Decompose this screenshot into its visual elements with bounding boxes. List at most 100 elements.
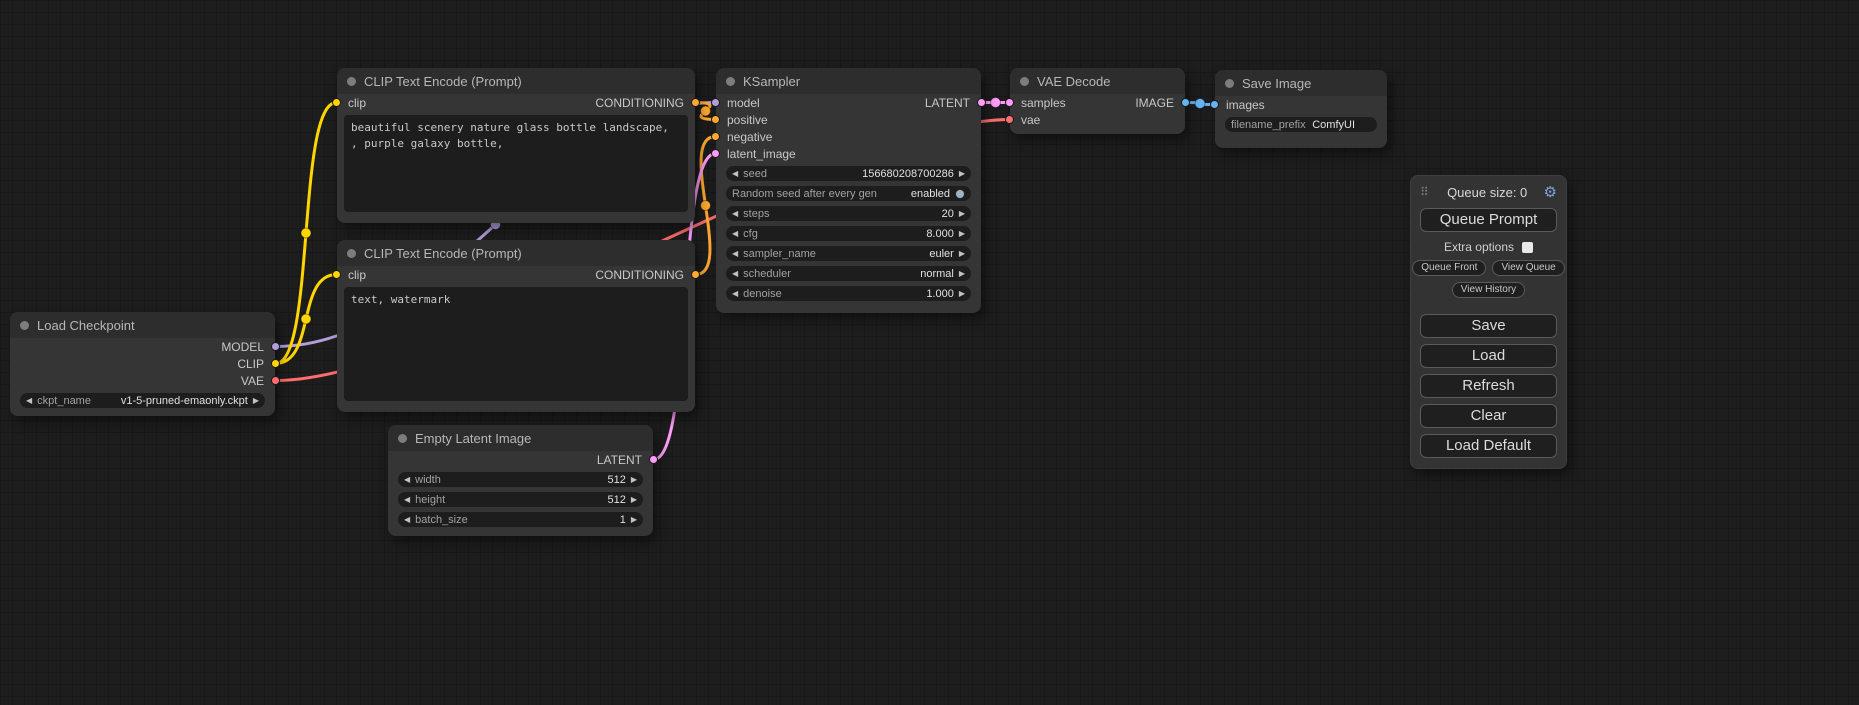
collapse-dot-icon[interactable]: [726, 77, 735, 86]
arrow-right-icon[interactable]: ▶: [253, 397, 259, 405]
node-load-checkpoint[interactable]: Load Checkpoint MODEL CLIP VAE ◀ ckpt_na…: [10, 312, 275, 416]
sampler-name-combo-widget[interactable]: ◀ sampler_name euler ▶: [726, 246, 971, 261]
steps-number-widget[interactable]: ◀ steps 20 ▶: [726, 206, 971, 221]
latent-output-port[interactable]: [977, 98, 986, 107]
queue-front-button[interactable]: Queue Front: [1412, 260, 1486, 276]
arrow-left-icon[interactable]: ◀: [732, 290, 738, 298]
port-row: positive: [716, 111, 981, 128]
arrow-right-icon[interactable]: ▶: [959, 290, 965, 298]
vae-input-port[interactable]: [1005, 115, 1014, 124]
image-output-port[interactable]: [1181, 98, 1190, 107]
prompt-text-area[interactable]: beautiful scenery nature glass bottle la…: [344, 115, 688, 212]
history-row: View History: [1420, 282, 1557, 298]
model-input-port[interactable]: [711, 98, 720, 107]
collapse-dot-icon[interactable]: [347, 77, 356, 86]
arrow-right-icon[interactable]: ▶: [631, 476, 637, 484]
scheduler-combo-widget[interactable]: ◀ scheduler normal ▶: [726, 266, 971, 281]
load-button[interactable]: Load: [1420, 344, 1557, 368]
node-clip-text-encode-positive[interactable]: CLIP Text Encode (Prompt) clip CONDITION…: [337, 68, 695, 223]
arrow-left-icon[interactable]: ◀: [732, 270, 738, 278]
node-titlebar[interactable]: KSampler: [716, 68, 981, 94]
latent-image-input-port[interactable]: [711, 149, 720, 158]
clear-button[interactable]: Clear: [1420, 404, 1557, 428]
arrow-right-icon[interactable]: ▶: [959, 210, 965, 218]
clip-input-port[interactable]: [332, 270, 341, 279]
clip-input-port[interactable]: [332, 98, 341, 107]
node-titlebar[interactable]: Empty Latent Image: [388, 425, 653, 451]
widget-value: normal: [920, 268, 954, 280]
arrow-right-icon[interactable]: ▶: [959, 230, 965, 238]
negative-input-port[interactable]: [711, 132, 720, 141]
input-label: positive: [727, 113, 768, 127]
arrow-left-icon[interactable]: ◀: [732, 230, 738, 238]
input-label: clip: [348, 268, 366, 282]
arrow-left-icon[interactable]: ◀: [404, 496, 410, 504]
queue-panel-header: ⠿ Queue size: 0 ⚙: [1420, 182, 1557, 202]
load-default-button[interactable]: Load Default: [1420, 434, 1557, 458]
denoise-number-widget[interactable]: ◀ denoise 1.000 ▶: [726, 286, 971, 301]
latent-output-port[interactable]: [649, 455, 658, 464]
arrow-right-icon[interactable]: ▶: [959, 170, 965, 178]
collapse-dot-icon[interactable]: [398, 434, 407, 443]
positive-input-port[interactable]: [711, 115, 720, 124]
output-label: VAE: [241, 374, 264, 388]
refresh-button[interactable]: Refresh: [1420, 374, 1557, 398]
node-vae-decode[interactable]: VAE Decode samples IMAGE vae: [1010, 68, 1185, 134]
random-seed-toggle-widget[interactable]: Random seed after every gen enabled: [726, 186, 971, 201]
cfg-number-widget[interactable]: ◀ cfg 8.000 ▶: [726, 226, 971, 241]
view-history-button[interactable]: View History: [1452, 282, 1525, 298]
port-row: negative: [716, 128, 981, 145]
conditioning-output-port[interactable]: [691, 270, 700, 279]
settings-gear-icon[interactable]: ⚙: [1544, 183, 1557, 201]
view-queue-button[interactable]: View Queue: [1492, 260, 1564, 276]
collapse-dot-icon[interactable]: [347, 249, 356, 258]
node-ksampler[interactable]: KSampler model LATENT positive negative: [716, 68, 981, 313]
arrow-right-icon[interactable]: ▶: [959, 250, 965, 258]
width-number-widget[interactable]: ◀ width 512 ▶: [398, 472, 643, 487]
conditioning-output-port[interactable]: [691, 98, 700, 107]
arrow-right-icon[interactable]: ▶: [959, 270, 965, 278]
arrow-left-icon[interactable]: ◀: [732, 250, 738, 258]
toggle-knob-icon[interactable]: [955, 189, 965, 199]
node-titlebar[interactable]: CLIP Text Encode (Prompt): [337, 68, 695, 94]
arrow-right-icon[interactable]: ▶: [631, 516, 637, 524]
queue-prompt-button[interactable]: Queue Prompt: [1420, 208, 1557, 232]
output-label: CLIP: [237, 357, 264, 371]
widget-label: width: [415, 474, 441, 486]
images-input-port[interactable]: [1210, 100, 1219, 109]
node-save-image[interactable]: Save Image images filename_prefix ComfyU…: [1215, 70, 1387, 148]
arrow-left-icon[interactable]: ◀: [26, 397, 32, 405]
height-number-widget[interactable]: ◀ height 512 ▶: [398, 492, 643, 507]
samples-input-port[interactable]: [1005, 98, 1014, 107]
node-titlebar[interactable]: Load Checkpoint: [10, 312, 275, 338]
arrow-left-icon[interactable]: ◀: [404, 516, 410, 524]
widget-value: 1.000: [926, 288, 954, 300]
extra-options-checkbox[interactable]: [1522, 242, 1533, 253]
widget-label: batch_size: [415, 514, 468, 526]
arrow-right-icon[interactable]: ▶: [631, 496, 637, 504]
ckpt-name-combo-widget[interactable]: ◀ ckpt_name v1-5-pruned-emaonly.ckpt ▶: [20, 393, 265, 408]
node-graph-canvas[interactable]: Load Checkpoint MODEL CLIP VAE ◀ ckpt_na…: [0, 0, 1859, 705]
arrow-left-icon[interactable]: ◀: [404, 476, 410, 484]
node-titlebar[interactable]: CLIP Text Encode (Prompt): [337, 240, 695, 266]
input-label: latent_image: [727, 147, 796, 161]
save-button[interactable]: Save: [1420, 314, 1557, 338]
collapse-dot-icon[interactable]: [1020, 77, 1029, 86]
model-output-port[interactable]: [271, 342, 280, 351]
arrow-left-icon[interactable]: ◀: [732, 170, 738, 178]
filename-prefix-text-widget[interactable]: filename_prefix ComfyUI: [1225, 117, 1377, 132]
vae-output-port[interactable]: [271, 376, 280, 385]
collapse-dot-icon[interactable]: [20, 321, 29, 330]
input-label: samples: [1021, 96, 1066, 110]
node-titlebar[interactable]: VAE Decode: [1010, 68, 1185, 94]
node-titlebar[interactable]: Save Image: [1215, 70, 1387, 96]
node-clip-text-encode-negative[interactable]: CLIP Text Encode (Prompt) clip CONDITION…: [337, 240, 695, 412]
collapse-dot-icon[interactable]: [1225, 79, 1234, 88]
prompt-text-area[interactable]: text, watermark: [344, 287, 688, 401]
batch-size-number-widget[interactable]: ◀ batch_size 1 ▶: [398, 512, 643, 527]
drag-handle-icon[interactable]: ⠿: [1420, 185, 1429, 199]
arrow-left-icon[interactable]: ◀: [732, 210, 738, 218]
seed-number-widget[interactable]: ◀ seed 156680208700286 ▶: [726, 166, 971, 181]
node-empty-latent-image[interactable]: Empty Latent Image LATENT ◀ width 512 ▶ …: [388, 425, 653, 536]
clip-output-port[interactable]: [271, 359, 280, 368]
